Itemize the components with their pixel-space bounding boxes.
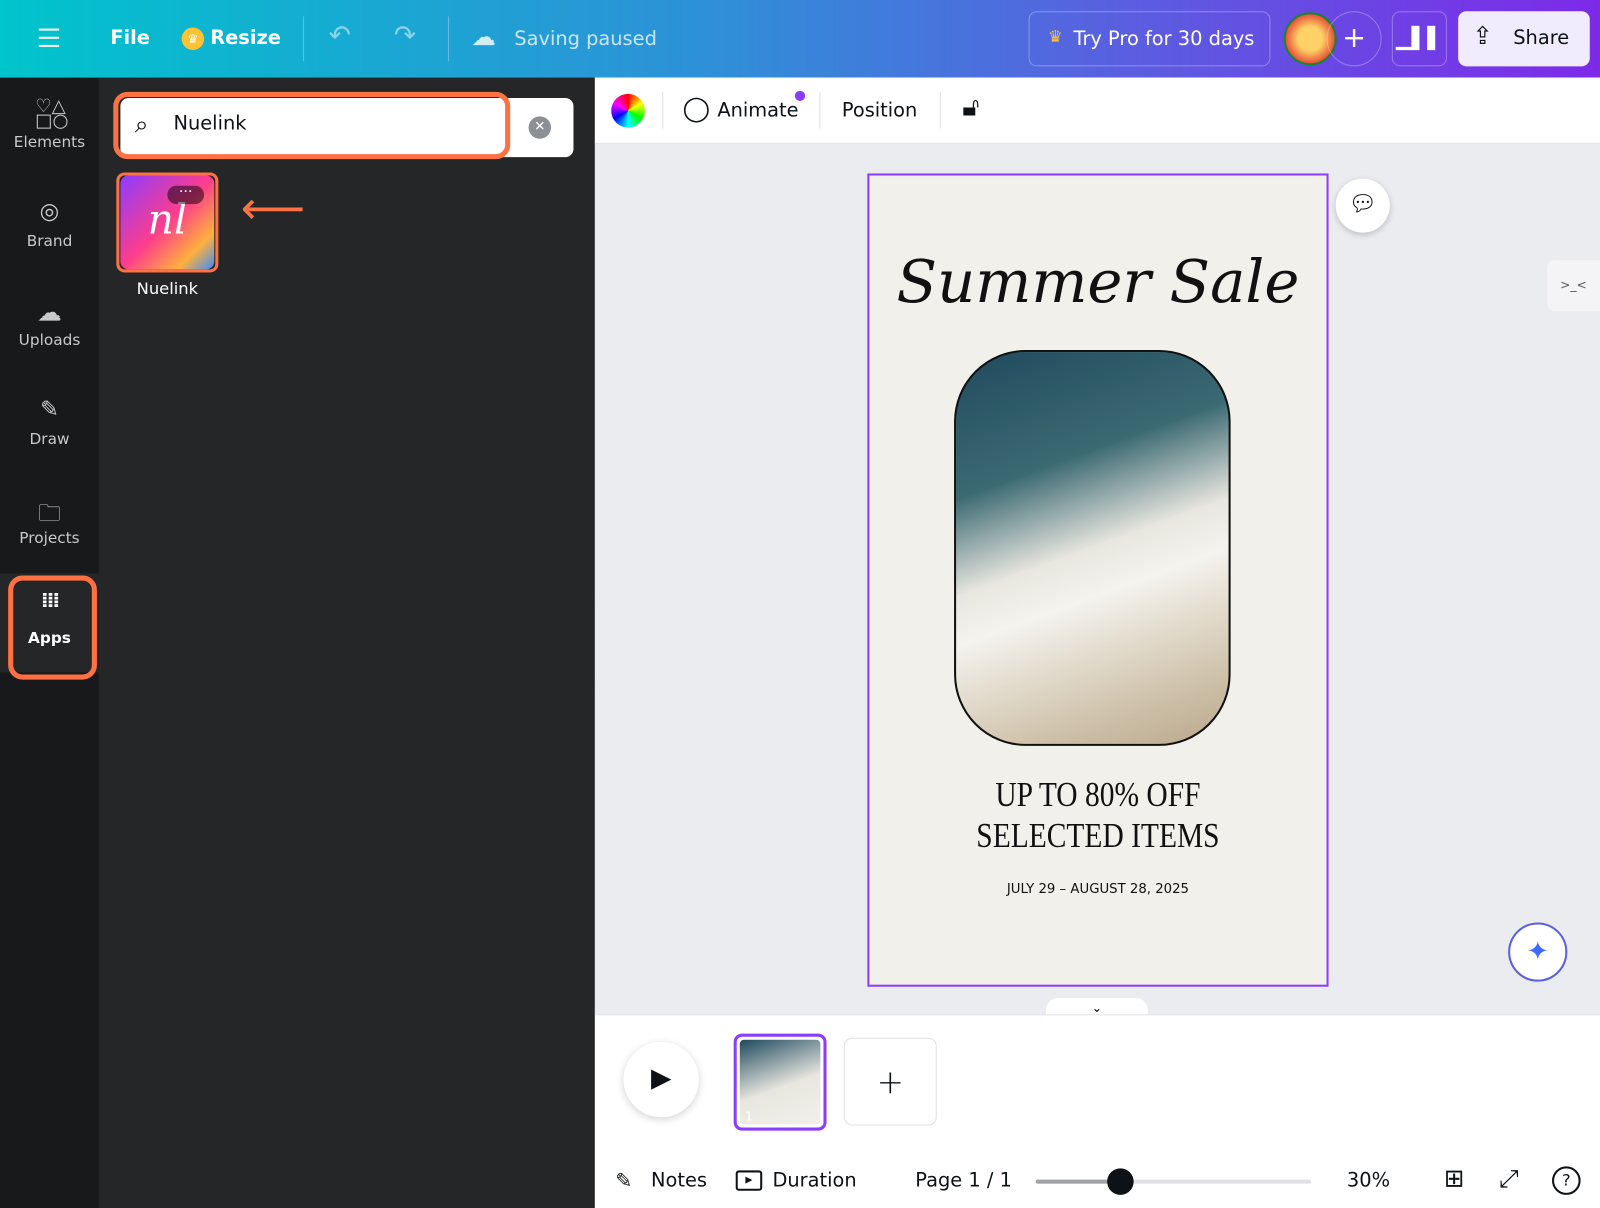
cloud-upload-icon: ☁ [37, 297, 62, 327]
upload-share-icon: ⇪ [1472, 21, 1493, 50]
cloud-warning-icon: ☁ [471, 22, 496, 52]
fullscreen-icon[interactable]: ⤢ [1499, 1164, 1519, 1193]
duration-icon: ▶ [735, 1170, 763, 1191]
file-menu[interactable]: File [110, 27, 150, 49]
animate-icon: ◯ [682, 93, 711, 123]
color-picker-icon[interactable] [611, 93, 645, 128]
divider [939, 91, 941, 129]
rail-label: Brand [26, 231, 73, 250]
new-badge-dot [794, 90, 806, 102]
rail-item-elements[interactable]: ♡△ □○ Elements [0, 78, 99, 168]
zoom-slider[interactable] [1035, 1179, 1312, 1184]
animate-button[interactable]: Animate [717, 99, 798, 121]
play-button[interactable]: ▶ [623, 1041, 699, 1118]
rail-item-projects[interactable]: 🗀 Projects [0, 473, 99, 563]
divider [819, 91, 821, 129]
duration-button[interactable]: Duration [772, 1169, 856, 1191]
add-page-button[interactable]: + [843, 1037, 937, 1126]
rail-label: Projects [19, 528, 80, 547]
resize-button[interactable]: Resize [210, 27, 281, 49]
saving-status: Saving paused [514, 27, 657, 50]
highlight-box-search [113, 91, 511, 160]
app-name: Nuelink [136, 278, 199, 298]
pen-icon: ✎ [40, 396, 59, 423]
rail-label: Uploads [18, 330, 81, 349]
clear-search-icon[interactable]: ✕ [528, 116, 552, 139]
redo-icon[interactable]: ↷ [394, 20, 416, 51]
rail-label: Draw [29, 429, 70, 448]
magic-sparkle-icon[interactable]: ✦ [1508, 922, 1568, 982]
page-number-badge: 1 [744, 1109, 753, 1124]
design-headline[interactable]: UP TO 80% OFF SELECTED ITEMS [904, 776, 1293, 858]
folder-icon: 🗀 [38, 501, 61, 527]
crown-icon: ♛ [181, 27, 205, 50]
hamburger-icon[interactable] [38, 28, 60, 47]
design-title[interactable]: Summer Sale [869, 247, 1326, 316]
position-button[interactable]: Position [842, 99, 917, 121]
zoom-slider-handle[interactable] [1107, 1168, 1134, 1195]
divider [447, 16, 449, 62]
design-dates[interactable]: JULY 29 – AUGUST 28, 2025 [869, 882, 1326, 897]
page-thumbnail[interactable]: 1 [733, 1033, 827, 1131]
context-toolbar: ◯ Animate Position 🔓︎ [594, 77, 1600, 144]
grid-view-icon[interactable]: ⊞ [1444, 1164, 1465, 1193]
highlight-box-app [116, 172, 219, 273]
rail-item-uploads[interactable]: ☁ Uploads [0, 276, 99, 366]
invite-plus-button[interactable]: + [1326, 11, 1382, 67]
headline-line-1: UP TO 80% OFF [995, 776, 1201, 815]
divider [662, 91, 664, 129]
zoom-level[interactable]: 30% [1347, 1169, 1390, 1191]
notes-icon: ✎ [615, 1168, 633, 1193]
help-icon[interactable]: ? [1552, 1166, 1581, 1195]
try-pro-label: Try Pro for 30 days [1073, 27, 1255, 50]
analytics-chart-icon[interactable]: ▁▌▌ [1391, 11, 1447, 67]
shapes-icon: ♡△ □○ [35, 95, 69, 132]
brand-icon: ◎ [39, 198, 60, 225]
crown-icon: ♛ [1047, 26, 1063, 46]
headline-line-2: SELECTED ITEMS [976, 817, 1220, 856]
side-assistant-icon[interactable]: >_< [1546, 260, 1600, 312]
lock-icon[interactable]: 🔓︎ [962, 92, 979, 124]
add-comment-icon[interactable]: 💬︎ [1335, 178, 1390, 233]
highlight-box-apps [8, 575, 97, 680]
undo-icon[interactable]: ↶ [329, 20, 351, 51]
divider [303, 16, 305, 62]
rail-item-brand[interactable]: ◎ Brand [0, 177, 99, 267]
rail-item-draw[interactable]: ✎ Draw [0, 374, 99, 464]
page-indicator[interactable]: Page 1 / 1 [915, 1169, 1012, 1191]
design-page[interactable]: Summer Sale UP TO 80% OFF SELECTED ITEMS … [867, 173, 1329, 987]
rail-label: Elements [13, 132, 86, 152]
try-pro-button[interactable]: ♛ Try Pro for 30 days [1028, 11, 1271, 67]
bottom-bar: ▶ 1 + ✎ Notes ▶ Duration Page 1 / 1 30% … [594, 1014, 1600, 1208]
arrow-annotation: ⟵ [240, 182, 306, 235]
top-bar: File ♛ Resize ↶ ↷ ☁ Saving paused ♛ Try … [0, 0, 1600, 78]
notes-button[interactable]: Notes [651, 1169, 707, 1191]
design-photo[interactable] [954, 349, 1231, 746]
share-label: Share [1513, 26, 1570, 49]
share-button[interactable]: ⇪ Share [1458, 11, 1590, 67]
